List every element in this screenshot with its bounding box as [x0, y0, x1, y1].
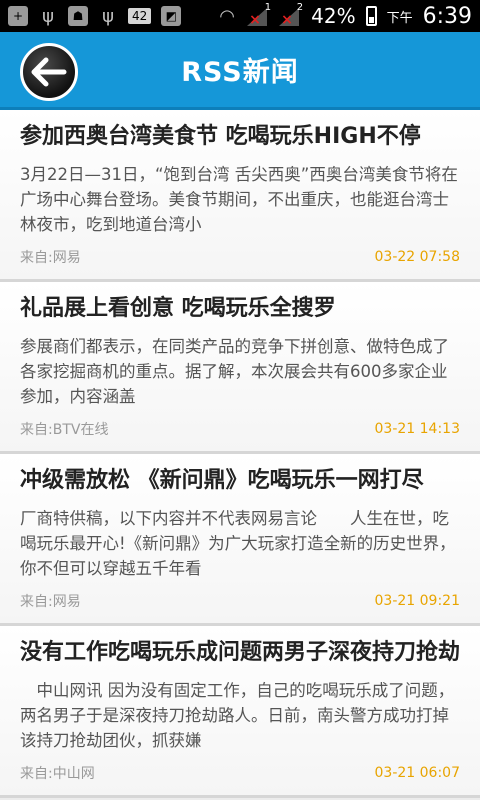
news-meta: 来自:中山网 03-21 06:07	[20, 763, 460, 783]
news-meta: 来自:BTV在线 03-21 14:13	[20, 419, 460, 439]
wifi-icon: ◠	[219, 5, 235, 27]
signal-sim2-icon: × 2	[279, 2, 304, 28]
sim2-label: 2	[296, 2, 304, 13]
news-summary: 参展商们都表示，在同类产品的竞争下拼创意、做特色成了各家挖掘商机的重点。据了解，…	[20, 337, 449, 406]
notification-count-badge: 42	[128, 8, 152, 24]
news-source: 来自:中山网	[20, 766, 95, 782]
news-title: 没有工作吃喝玩乐成问题两男子深夜持刀抢劫	[20, 640, 460, 665]
news-source: 来自:网易	[20, 250, 81, 266]
news-item[interactable]: 没有工作吃喝玩乐成问题两男子深夜持刀抢劫 中山网讯 因为没有固定工作，自己的吃喝…	[0, 626, 480, 798]
news-meta: 来自:网易 03-21 09:21	[20, 591, 460, 611]
news-source: 来自:BTV在线	[20, 422, 109, 438]
battery-icon	[365, 6, 377, 26]
page-title: RSS新闻	[181, 57, 299, 88]
news-summary: 中山网讯 因为没有固定工作，自己的吃喝玩乐成了问题，两名男子于是深夜持刀抢劫路人…	[20, 681, 455, 750]
battery-percent: 42%	[311, 4, 356, 28]
news-item[interactable]: 参加西奥台湾美食节 吃喝玩乐HIGH不停 3月22日—31日，“饱到台湾 舌尖西…	[0, 110, 480, 282]
status-bar: + ψ ☗ ψ 42 ◩ ◠ × 1 × 2 42% 下午 6:39	[0, 0, 480, 32]
news-date: 03-22 07:58	[374, 249, 460, 265]
back-arrow-icon	[31, 57, 67, 87]
image-notification-icon: ◩	[161, 6, 182, 26]
clock-time: 6:39	[422, 3, 472, 29]
news-source: 来自:网易	[20, 594, 81, 610]
news-date: 03-21 06:07	[374, 765, 460, 781]
news-list[interactable]: 参加西奥台湾美食节 吃喝玩乐HIGH不停 3月22日—31日，“饱到台湾 舌尖西…	[0, 110, 480, 800]
news-item[interactable]: 礼品展上看创意 吃喝玩乐全搜罗 参展商们都表示，在同类产品的竞争下拼创意、做特色…	[0, 282, 480, 454]
usb-icon-2: ψ	[102, 5, 114, 27]
news-date: 03-21 09:21	[374, 593, 460, 609]
news-title: 参加西奥台湾美食节 吃喝玩乐HIGH不停	[20, 124, 421, 149]
news-item[interactable]: 冲级需放松 《新问鼎》吃喝玩乐一网打尽 厂商特供稿，以下内容并不代表网易言论 人…	[0, 454, 480, 626]
android-debug-icon: ☗	[68, 6, 88, 26]
news-meta: 来自:网易 03-22 07:58	[20, 247, 460, 267]
news-date: 03-21 14:13	[374, 421, 460, 437]
news-summary: 3月22日—31日，“饱到台湾 舌尖西奥”西奥台湾美食节将在广场中心舞台登场。美…	[20, 165, 458, 234]
news-summary: 厂商特供稿，以下内容并不代表网易言论 人生在世，吃喝玩乐最开心!《新问鼎》为广大…	[20, 509, 456, 578]
app-header: RSS新闻	[0, 32, 480, 110]
back-button[interactable]	[20, 43, 78, 101]
signal-sim1-icon: × 1	[247, 2, 272, 28]
add-notification-icon: +	[8, 6, 28, 26]
usb-icon: ψ	[42, 5, 54, 27]
am-pm-label: 下午	[386, 10, 413, 26]
sim1-label: 1	[264, 2, 272, 13]
news-title: 礼品展上看创意 吃喝玩乐全搜罗	[20, 296, 336, 321]
news-title: 冲级需放松 《新问鼎》吃喝玩乐一网打尽	[20, 468, 424, 493]
